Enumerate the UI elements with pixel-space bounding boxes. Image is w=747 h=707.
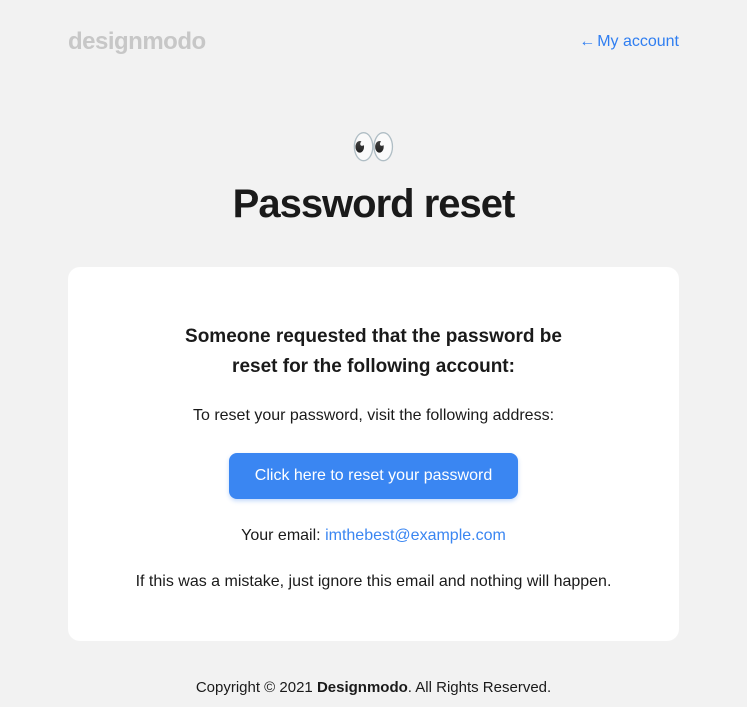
my-account-link[interactable]: ←My account xyxy=(579,33,679,51)
logo: designmodo xyxy=(68,28,206,56)
email-container: designmodo ←My account 👀 Password reset … xyxy=(0,0,747,696)
footer-prefix: Copyright © 2021 xyxy=(196,679,317,696)
footer: Copyright © 2021 Designmodo. All Rights … xyxy=(68,679,679,696)
email-prefix: Your email: xyxy=(241,527,325,544)
card-heading-line1: Someone requested that the password be xyxy=(185,326,562,347)
card-heading: Someone requested that the password be r… xyxy=(108,322,639,383)
arrow-left-icon: ← xyxy=(579,33,595,50)
email-link[interactable]: imthebest@example.com xyxy=(325,527,506,544)
card-instruction: To reset your password, visit the follow… xyxy=(108,407,639,425)
email-line: Your email: imthebest@example.com xyxy=(108,527,639,545)
page-title: Password reset xyxy=(68,182,679,227)
header: designmodo ←My account xyxy=(68,28,679,56)
reset-password-button[interactable]: Click here to reset your password xyxy=(229,453,518,499)
card-heading-line2: reset for the following account: xyxy=(232,356,515,377)
hero-section: 👀 Password reset xyxy=(68,126,679,227)
mistake-text: If this was a mistake, just ignore this … xyxy=(108,573,639,591)
my-account-label: My account xyxy=(597,33,679,50)
footer-brand: Designmodo xyxy=(317,679,408,696)
eyes-icon: 👀 xyxy=(68,126,679,168)
content-card: Someone requested that the password be r… xyxy=(68,267,679,641)
footer-suffix: . All Rights Reserved. xyxy=(408,679,551,696)
